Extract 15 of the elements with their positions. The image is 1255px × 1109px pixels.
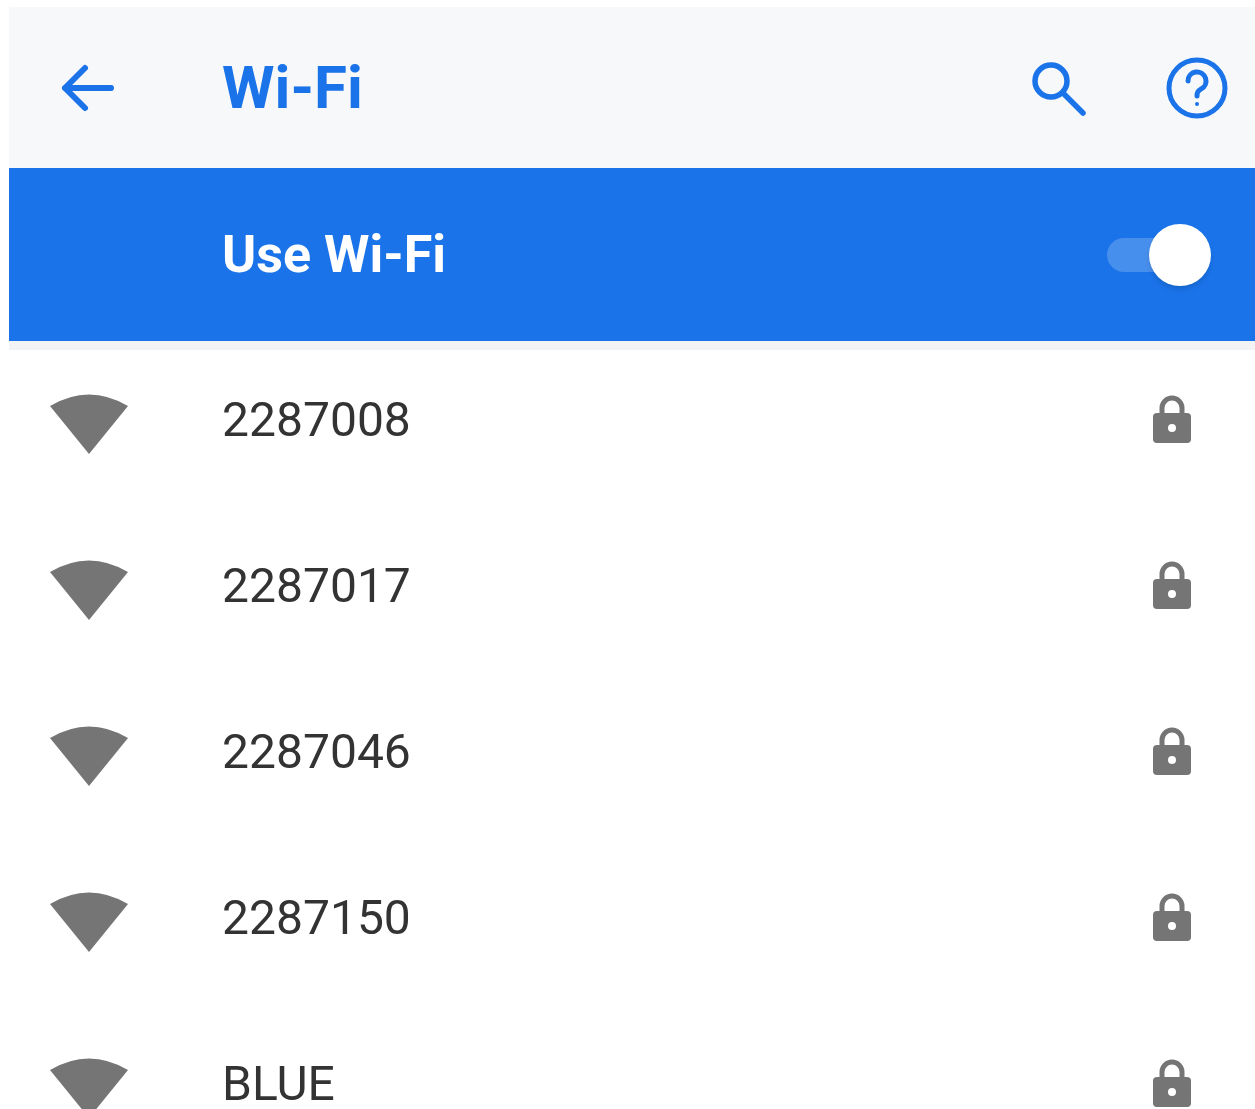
use-wifi-label: Use Wi-Fi	[222, 228, 447, 281]
network-name: 2287008	[222, 396, 411, 444]
network-name: 2287017	[222, 562, 411, 610]
wifi-toggle[interactable]	[1107, 223, 1211, 286]
network-row[interactable]: 2287046	[9, 682, 1255, 848]
network-name: 2287150	[222, 894, 411, 942]
network-row[interactable]: 2287150	[9, 848, 1255, 1014]
help-icon	[1165, 55, 1229, 120]
network-row[interactable]: BLUE	[9, 1014, 1255, 1109]
network-row[interactable]: 2287017	[9, 516, 1255, 682]
network-name: BLUE	[222, 1060, 335, 1108]
network-row[interactable]: 2287008	[9, 350, 1255, 516]
network-name: 2287046	[222, 728, 411, 776]
page-title: Wi-Fi	[222, 57, 363, 118]
help-button[interactable]	[1165, 55, 1229, 120]
